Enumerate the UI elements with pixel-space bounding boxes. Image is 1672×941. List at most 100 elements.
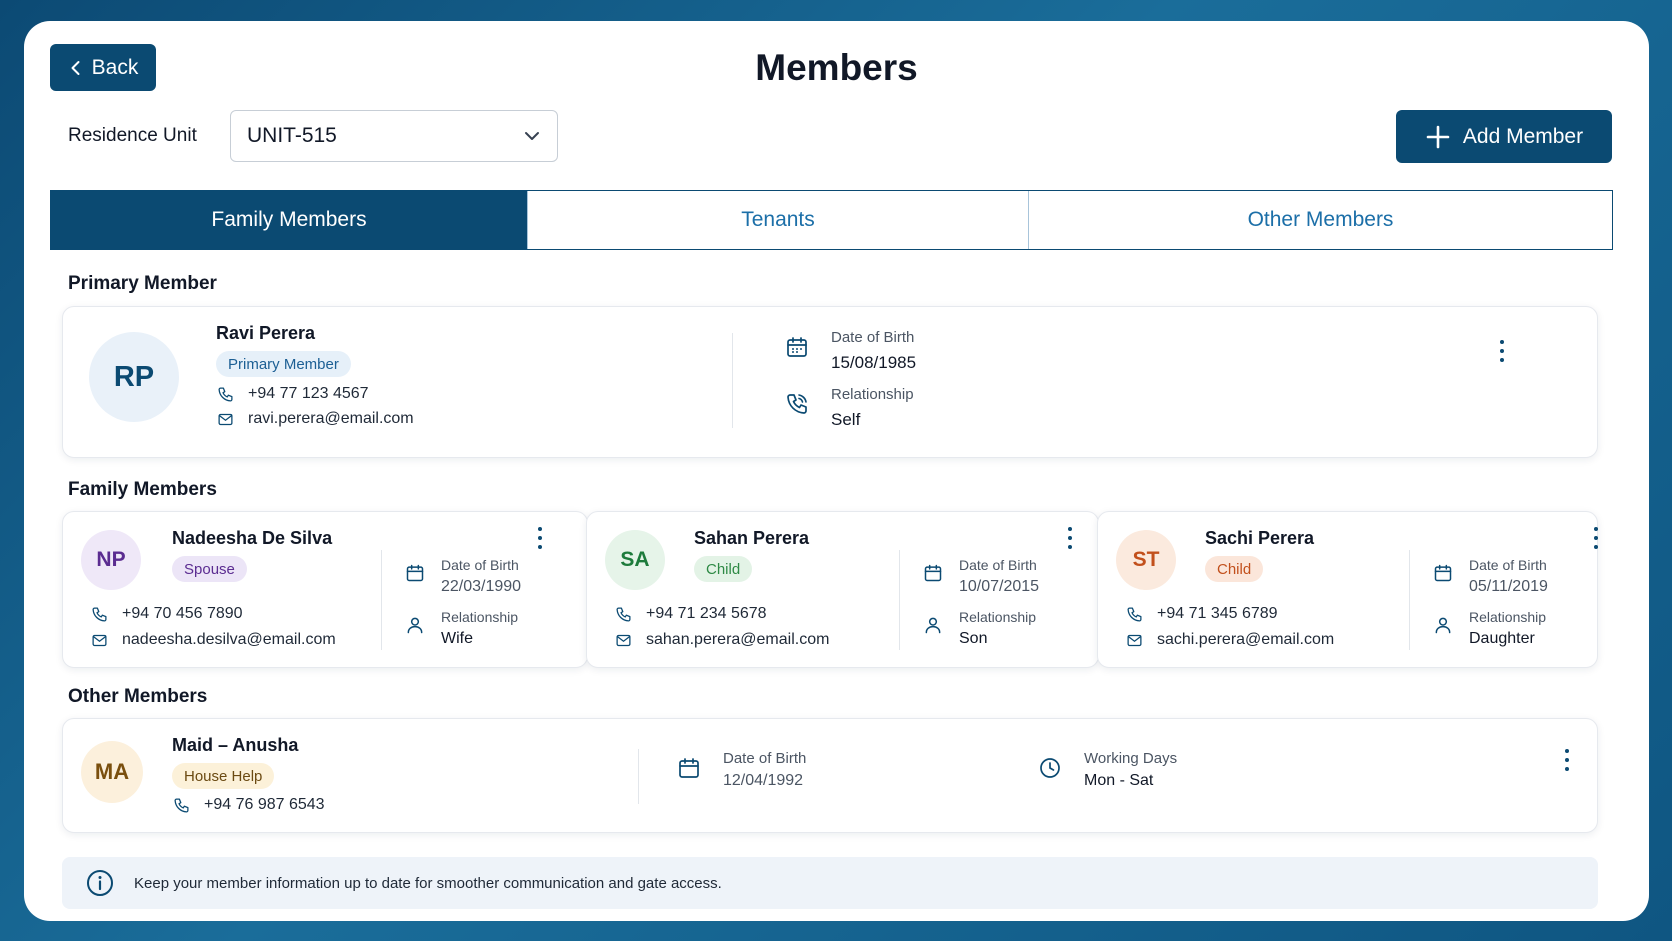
member-name: Maid – Anusha [172, 735, 299, 755]
info-note-text: Keep your member information up to date … [134, 874, 722, 892]
tab-family-members[interactable]: Family Members [51, 191, 527, 249]
user-icon [407, 617, 423, 634]
phone-number: +94 70 456 7890 [122, 605, 243, 622]
other-member-card: MA Maid – Anusha House Help +94 76 987 6… [62, 718, 1598, 833]
email-row: sahan.perera@email.com [615, 631, 829, 649]
phone-call-icon [787, 394, 807, 414]
relationship-value: Son [959, 630, 988, 647]
phone-number: +94 77 123 4567 [248, 385, 369, 402]
phone-row: +94 71 234 5678 [615, 605, 767, 623]
calendar-icon [1434, 564, 1452, 582]
relationship-label: Relationship [441, 609, 519, 625]
email-address: nadeesha.desilva@email.com [122, 631, 336, 648]
member-tabs: Family Members Tenants Other Members [50, 190, 1613, 250]
relationship-value: Self [831, 410, 861, 429]
mail-icon [616, 634, 631, 646]
calendar-icon [679, 758, 699, 778]
family-members-heading: Family Members [68, 479, 217, 500]
primary-member-heading: Primary Member [68, 273, 217, 294]
phone-number: +94 71 234 5678 [646, 605, 767, 622]
calendar-icon [924, 564, 942, 582]
relationship-block: Relationship Son [923, 609, 1036, 648]
relationship-value: Wife [441, 630, 473, 647]
phone-icon [616, 606, 631, 622]
info-icon [87, 870, 113, 896]
card-divider [732, 333, 733, 428]
phone-number: +94 76 987 6543 [204, 796, 325, 813]
avatar: SA [605, 530, 665, 590]
residence-unit-value: UNIT-515 [247, 124, 337, 147]
dob-label: Date of Birth [831, 329, 915, 346]
relationship-value: Daughter [1469, 630, 1535, 647]
other-members-heading: Other Members [68, 686, 208, 707]
tab-other-members[interactable]: Other Members [1028, 191, 1612, 249]
plus-icon [1426, 125, 1450, 148]
relationship-block: Relationship Self [785, 386, 914, 430]
residence-unit-select[interactable]: UNIT-515 [230, 110, 558, 162]
dob-value: 12/04/1992 [723, 772, 804, 789]
working-days-value: Mon - Sat [1084, 772, 1154, 789]
dob-block: Date of Birth 12/04/1992 [677, 750, 806, 790]
tab-tenants[interactable]: Tenants [527, 191, 1028, 249]
phone-row: +94 70 456 7890 [91, 605, 243, 623]
dob-label: Date of Birth [723, 750, 807, 767]
dob-label: Date of Birth [959, 557, 1037, 573]
card-divider [899, 550, 900, 650]
more-options-icon[interactable] [1563, 749, 1571, 771]
more-options-icon[interactable] [1498, 340, 1506, 362]
more-options-icon[interactable] [536, 527, 544, 549]
role-badge: House Help [172, 763, 275, 789]
email-address: sahan.perera@email.com [646, 631, 830, 648]
phone-row: +94 76 987 6543 [173, 796, 325, 814]
card-divider [381, 550, 382, 650]
dob-value: 10/07/2015 [959, 578, 1040, 595]
member-name: Nadeesha De Silva [172, 528, 333, 548]
phone-number: +94 71 345 6789 [1157, 605, 1278, 622]
info-note: Keep your member information up to date … [62, 857, 1598, 909]
dob-value: 05/11/2019 [1469, 578, 1548, 595]
avatar: MA [81, 741, 143, 803]
more-options-icon[interactable] [1592, 527, 1600, 549]
mail-icon [1127, 634, 1142, 646]
dob-block: Date of Birth 22/03/1990 [405, 557, 521, 596]
relationship-label: Relationship [959, 609, 1037, 625]
dob-value: 22/03/1990 [441, 578, 522, 595]
add-member-label: Add Member [1462, 124, 1584, 148]
email-address: sachi.perera@email.com [1157, 631, 1335, 648]
more-options-icon[interactable] [1066, 527, 1074, 549]
member-name: Ravi Perera [216, 323, 316, 343]
phone-row: +94 71 345 6789 [1126, 605, 1278, 623]
email-row: nadeesha.desilva@email.com [91, 631, 336, 649]
relationship-label: Relationship [831, 386, 914, 403]
email-row: sachi.perera@email.com [1126, 631, 1334, 649]
primary-member-badge: Primary Member [216, 351, 351, 377]
working-days-label: Working Days [1084, 750, 1178, 767]
phone-icon [174, 797, 189, 813]
email-address: ravi.perera@email.com [248, 410, 414, 427]
dob-block: Date of Birth 10/07/2015 [923, 557, 1039, 596]
dob-label: Date of Birth [1469, 557, 1547, 573]
residence-unit-label: Residence Unit [68, 125, 197, 146]
members-panel: Back Members Residence Unit UNIT-515 Add… [24, 21, 1649, 921]
member-name: Sachi Perera [1205, 528, 1315, 548]
family-member-card: NP Nadeesha De Silva Spouse +94 70 456 7… [62, 511, 588, 668]
phone-icon [218, 386, 233, 402]
phone-icon [92, 606, 107, 622]
relationship-block: Relationship Wife [405, 609, 518, 648]
avatar: ST [1116, 530, 1176, 590]
mail-icon [92, 634, 107, 646]
family-member-card: SA Sahan Perera Child +94 71 234 5678 sa… [586, 511, 1099, 668]
card-divider [1409, 550, 1410, 650]
dob-block: Date of Birth 15/08/1985 [785, 329, 916, 373]
mail-icon [218, 413, 233, 425]
dob-label: Date of Birth [441, 557, 519, 573]
user-icon [1435, 617, 1451, 634]
avatar: NP [81, 530, 141, 590]
primary-member-card: RP Ravi Perera Primary Member +94 77 123… [62, 306, 1598, 458]
relationship-block: Relationship Daughter [1433, 609, 1546, 648]
add-member-button[interactable]: Add Member [1396, 110, 1612, 163]
calendar-icon [787, 337, 807, 357]
member-name: Sahan Perera [694, 528, 810, 548]
clock-icon [1040, 758, 1060, 778]
family-member-card: ST Sachi Perera Child +94 71 345 6789 sa… [1097, 511, 1598, 668]
